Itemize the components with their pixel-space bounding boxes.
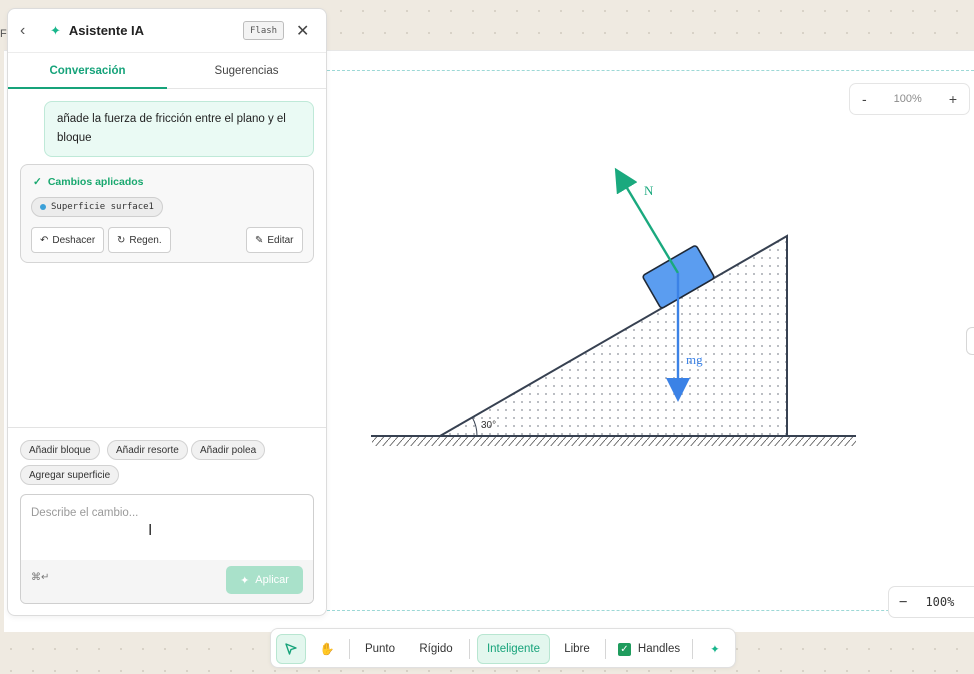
panel-title: Asistente IA [68,23,145,38]
chip-label: Superficie surface1 [51,202,154,212]
handles-toggle[interactable]: ✓ Handles [614,634,684,664]
pointer-icon [285,643,297,655]
zoom-control-bottom: − 100% [888,586,974,618]
close-icon[interactable]: ✕ [296,21,309,41]
check-icon: ✓ [33,176,42,188]
checkbox-checked-icon: ✓ [617,642,631,656]
handles-label: Handles [637,643,681,655]
normal-force-label: N [644,183,654,198]
mode-point[interactable]: Punto [358,634,402,664]
ai-assistant-button[interactable]: ✦ [700,634,730,664]
back-icon[interactable]: ‹ [20,22,36,40]
suggestion-add-surface[interactable]: Agregar superficie [20,465,120,485]
toolbar-separator [605,639,606,659]
toolbar-separator [692,639,693,659]
panel-header: ‹ ✦ Asistente IA Flash ✕ [8,9,326,53]
select-tool[interactable] [276,634,306,664]
apply-button[interactable]: ✦ Aplicar [226,566,303,594]
model-badge[interactable]: Flash [243,21,285,40]
mode-smart[interactable]: Inteligente [477,634,550,664]
suggestion-add-pulley[interactable]: Añadir polea [191,440,266,460]
ai-assistant-panel: ‹ ✦ Asistente IA Flash ✕ Conversación Su… [7,8,327,616]
composer-footer: ⌘↵ ✦ Aplicar [21,560,313,603]
toolbar-separator [349,639,350,659]
suggestion-add-spring[interactable]: Añadir resorte [107,440,188,460]
zoom-out-button-bottom[interactable]: − [899,594,907,610]
panel-divider [8,427,326,428]
regen-label: Regen. [129,234,162,246]
sparkle-icon: ✦ [50,22,61,38]
user-message: añade la fuerza de fricción entre el pla… [44,101,314,157]
sparkle-icon: ✦ [710,644,720,656]
pan-tool[interactable]: ✋ [312,634,342,664]
suggestion-add-block[interactable]: Añadir bloque [20,440,100,460]
window-edge-text: F [0,28,7,40]
object-dot-icon [40,204,46,210]
zoom-level: 100% [893,93,922,105]
sparkle-icon: ✦ [240,574,250,587]
status-text: Cambios aplicados [47,176,144,188]
physics-diagram[interactable]: 30° N mg [360,160,860,450]
status-applied: ✓ Cambios aplicados [33,176,144,188]
tab-suggestions[interactable]: Sugerencias [167,53,326,88]
change-input[interactable] [21,495,313,561]
regen-button[interactable]: ↻ Regen. [108,227,171,253]
weight-force-label: mg [686,352,703,367]
undo-icon: ↶ [40,234,49,246]
zoom-control-top: - 100% + [849,83,970,115]
result-card: ✓ Cambios aplicados Superficie surface1 … [20,164,314,263]
edit-label: Editar [267,234,294,246]
panel-tabs: Conversación Sugerencias [8,53,326,89]
text-cursor-icon: I [148,521,153,539]
bottom-toolbar: ✋ Punto Rígido Inteligente Libre ✓ Handl… [270,628,736,668]
changed-object-chip[interactable]: Superficie surface1 [31,197,163,217]
hand-icon: ✋ [319,642,335,656]
refresh-icon: ↻ [117,234,126,246]
angle-label: 30° [481,420,496,431]
mode-rigid[interactable]: Rígido [412,634,460,664]
apply-label: Aplicar [255,574,289,586]
zoom-out-button[interactable]: - [862,91,867,107]
right-edge-handle[interactable] [966,327,974,355]
composer: ⌘↵ ✦ Aplicar [20,494,314,604]
undo-button[interactable]: ↶ Deshacer [31,227,105,253]
zoom-level-bottom: 100% [925,595,955,609]
mode-free[interactable]: Libre [557,634,597,664]
toolbar-separator [469,639,470,659]
zoom-in-button[interactable]: + [949,91,957,107]
ground [371,435,856,446]
edit-icon: ✎ [255,234,264,246]
canvas-bounds-top [327,70,974,71]
tab-conversation[interactable]: Conversación [8,53,167,89]
undo-label: Deshacer [52,234,96,246]
edit-button[interactable]: ✎ Editar [246,227,303,253]
shortcut-hint: ⌘↵ [31,572,50,583]
canvas-bounds-bottom [327,610,974,611]
incline-plane[interactable] [436,234,788,437]
